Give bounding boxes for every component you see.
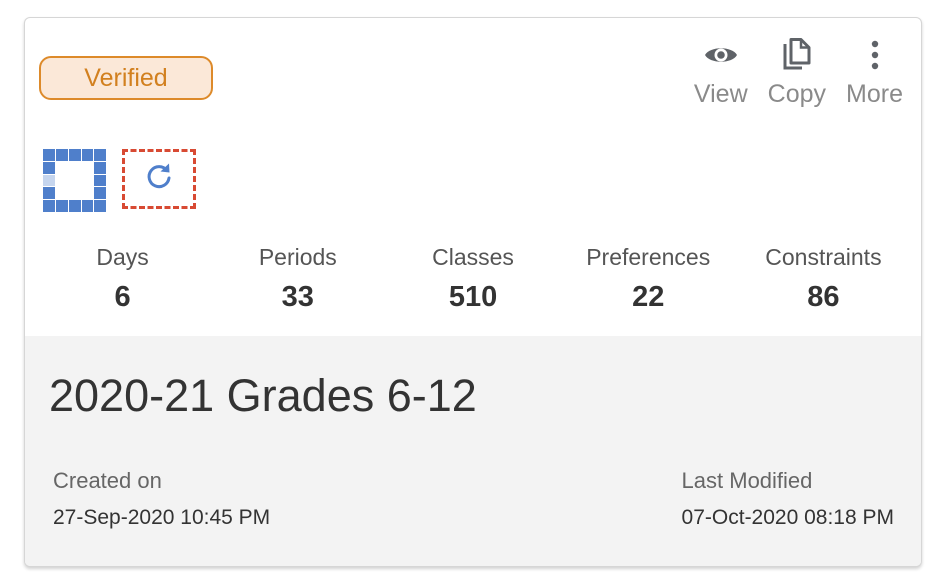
card-actions: View Copy More — [694, 36, 903, 109]
grid-pattern-icon — [43, 149, 106, 212]
stat-label: Constraints — [765, 244, 882, 270]
more-button[interactable]: More — [846, 36, 903, 109]
stat-classes: Classes 510 — [385, 244, 560, 314]
stat-periods: Periods 33 — [210, 244, 385, 314]
modified-info: Last Modified 07-Oct-2020 08:18 PM — [682, 468, 894, 530]
stat-days: Days 6 — [35, 244, 210, 314]
stat-value: 33 — [281, 281, 314, 313]
refresh-button[interactable] — [122, 149, 196, 209]
modified-value: 07-Oct-2020 08:18 PM — [681, 506, 894, 529]
stats-row: Days 6 Periods 33 Classes 510 Preference… — [35, 244, 911, 314]
view-label: View — [693, 80, 748, 108]
created-info: Created on 27-Sep-2020 10:45 PM — [53, 468, 270, 530]
card-footer: 2020-21 Grades 6-12 Created on 27-Sep-20… — [25, 336, 921, 566]
copy-label: Copy — [767, 80, 827, 108]
modified-label: Last Modified — [681, 468, 813, 493]
created-label: Created on — [53, 468, 162, 493]
created-value: 27-Sep-2020 10:45 PM — [53, 506, 271, 529]
stat-value: 510 — [448, 281, 498, 313]
stat-label: Days — [96, 244, 149, 270]
copy-icon — [782, 36, 812, 74]
stat-value: 86 — [807, 281, 840, 313]
copy-button[interactable]: Copy — [768, 36, 826, 109]
stat-label: Classes — [432, 244, 514, 270]
more-label: More — [846, 80, 903, 108]
eye-icon — [704, 36, 738, 74]
status-badge: Verified — [39, 56, 213, 100]
stat-constraints: Constraints 86 — [736, 244, 911, 314]
stat-value: 6 — [114, 281, 131, 313]
schedule-title[interactable]: 2020-21 Grades 6-12 — [49, 370, 477, 422]
view-button[interactable]: View — [694, 36, 748, 109]
schedule-card: Verified View Copy More Days 6 Periods 3… — [24, 17, 922, 567]
stat-label: Periods — [258, 244, 337, 270]
more-vertical-icon — [870, 36, 880, 74]
refresh-icon — [144, 162, 174, 197]
stat-preferences: Preferences 22 — [561, 244, 736, 314]
stat-label: Preferences — [586, 244, 711, 270]
stat-value: 22 — [632, 281, 665, 313]
